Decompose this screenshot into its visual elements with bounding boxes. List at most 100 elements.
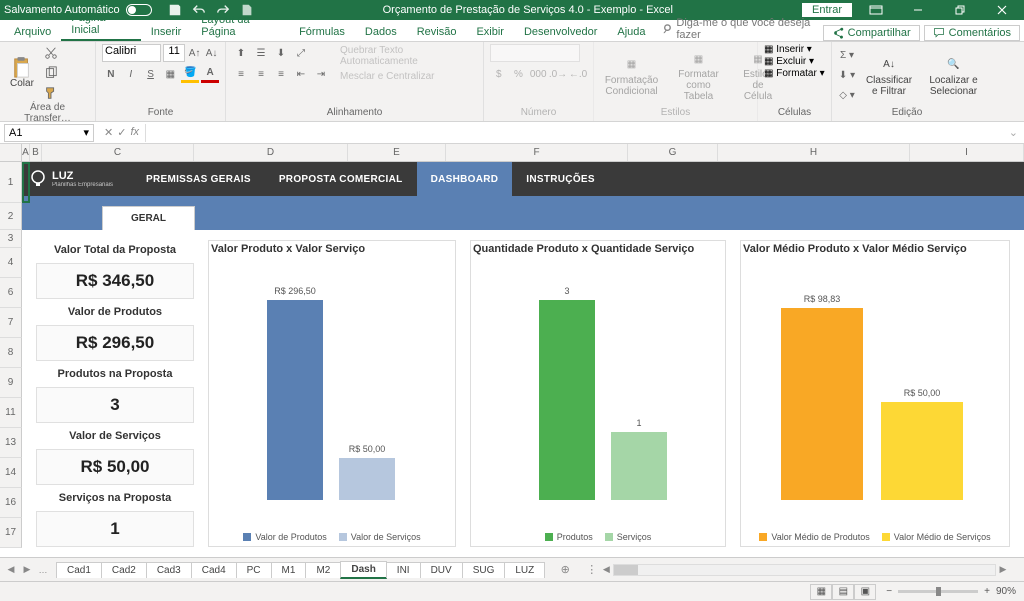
- zoom-out-icon[interactable]: −: [886, 586, 892, 597]
- cell-styles-button[interactable]: ▦ Estilos de Célula: [734, 47, 782, 104]
- maximize-icon[interactable]: [942, 0, 978, 20]
- chart-valor-medio[interactable]: Valor Médio Produto x Valor Médio Serviç…: [740, 240, 1010, 547]
- orientation-icon[interactable]: ⤢: [292, 44, 310, 62]
- percent-icon[interactable]: %: [510, 65, 528, 83]
- cancel-formula-icon[interactable]: ✕: [104, 126, 113, 139]
- fill-icon[interactable]: ⬇ ▾: [838, 67, 856, 85]
- number-format-select[interactable]: [490, 44, 580, 62]
- format-painter-icon[interactable]: [42, 84, 60, 102]
- row-header[interactable]: 3: [0, 230, 22, 248]
- expand-formula-icon[interactable]: ⌄: [1003, 126, 1024, 139]
- currency-icon[interactable]: $: [490, 65, 508, 83]
- row-header[interactable]: 1: [0, 162, 22, 203]
- align-top-icon[interactable]: ⬆: [232, 44, 250, 62]
- autosum-icon[interactable]: Σ ▾: [838, 47, 856, 65]
- menu-ajuda[interactable]: Ajuda: [607, 23, 655, 41]
- chart-quantidade[interactable]: Quantidade Produto x Quantidade Serviço …: [470, 240, 726, 547]
- align-middle-icon[interactable]: ☰: [252, 44, 270, 62]
- font-color-button[interactable]: A: [201, 65, 219, 83]
- tell-me-search[interactable]: Diga-me o que você deseja fazer: [662, 17, 823, 41]
- zoom-level[interactable]: 90%: [996, 586, 1016, 597]
- conditional-format-button[interactable]: ▦ Formatação Condicional: [600, 53, 663, 99]
- col-header[interactable]: A: [22, 144, 30, 161]
- row-header[interactable]: 11: [0, 398, 22, 428]
- scroll-thumb[interactable]: [614, 565, 638, 575]
- increase-decimal-icon[interactable]: .0→: [549, 65, 567, 83]
- scroll-left-icon[interactable]: ◀: [599, 563, 613, 577]
- sheet-tab[interactable]: DUV: [420, 562, 463, 578]
- menu-exibir[interactable]: Exibir: [466, 23, 514, 41]
- row-header[interactable]: 6: [0, 278, 22, 308]
- col-header[interactable]: G: [628, 144, 718, 161]
- split-handle[interactable]: ⋮: [584, 563, 599, 576]
- nav-instrucoes[interactable]: INSTRUÇÕES: [512, 162, 609, 196]
- row-header[interactable]: 2: [0, 203, 22, 230]
- wrap-text-button[interactable]: Quebrar Texto Automaticamente: [340, 45, 477, 67]
- sheet-tab[interactable]: Cad4: [191, 562, 237, 578]
- decrease-indent-icon[interactable]: ⇤: [292, 65, 310, 83]
- font-name-select[interactable]: Calibri: [102, 44, 161, 62]
- add-sheet-icon[interactable]: ⊕: [556, 563, 574, 576]
- col-header[interactable]: C: [42, 144, 194, 161]
- view-normal-icon[interactable]: ▦: [810, 584, 832, 600]
- sheet-tab[interactable]: LUZ: [504, 562, 545, 578]
- horizontal-scrollbar[interactable]: ⋮ ◀ ▶: [584, 563, 1010, 577]
- touch-icon[interactable]: [240, 3, 254, 17]
- close-icon[interactable]: [984, 0, 1020, 20]
- nav-premissas[interactable]: PREMISSAS GERAIS: [132, 162, 265, 196]
- format-table-button[interactable]: ▦ Formatar como Tabela: [667, 47, 730, 104]
- scroll-right-icon[interactable]: ▶: [996, 563, 1010, 577]
- border-button[interactable]: ▦: [161, 65, 179, 83]
- subtab-geral[interactable]: GERAL: [102, 206, 195, 230]
- decrease-font-icon[interactable]: A↓: [204, 44, 219, 62]
- worksheet[interactable]: LUZ Planilhas Empresariais PREMISSAS GER…: [22, 162, 1024, 557]
- redo-icon[interactable]: [216, 3, 230, 17]
- menu-arquivo[interactable]: Arquivo: [4, 23, 61, 41]
- paste-button[interactable]: Colar: [6, 56, 38, 91]
- sheet-tab[interactable]: M2: [305, 562, 341, 578]
- save-icon[interactable]: [168, 3, 182, 17]
- row-header[interactable]: 14: [0, 458, 22, 488]
- italic-button[interactable]: I: [122, 65, 140, 83]
- decrease-decimal-icon[interactable]: ←.0: [569, 65, 587, 83]
- row-header[interactable]: 4: [0, 248, 22, 278]
- sheet-tab[interactable]: Cad3: [146, 562, 192, 578]
- row-header[interactable]: 9: [0, 368, 22, 398]
- sheet-tab[interactable]: Cad2: [101, 562, 147, 578]
- copy-icon[interactable]: [42, 64, 60, 82]
- view-break-icon[interactable]: ▣: [854, 584, 876, 600]
- cut-icon[interactable]: [42, 44, 60, 62]
- col-header[interactable]: E: [348, 144, 446, 161]
- zoom-slider[interactable]: [898, 590, 978, 593]
- ribbon-options-icon[interactable]: [858, 0, 894, 20]
- align-center-icon[interactable]: ≡: [252, 65, 270, 83]
- row-header[interactable]: 13: [0, 428, 22, 458]
- align-left-icon[interactable]: ≡: [232, 65, 250, 83]
- merge-button[interactable]: Mesclar e Centralizar: [340, 71, 477, 82]
- align-right-icon[interactable]: ≡: [272, 65, 290, 83]
- sheet-tab[interactable]: M1: [271, 562, 307, 578]
- nav-dashboard[interactable]: DASHBOARD: [417, 162, 513, 196]
- chart-valor[interactable]: Valor Produto x Valor Serviço R$ 296,50 …: [208, 240, 456, 547]
- sheet-tab[interactable]: PC: [236, 562, 272, 578]
- underline-button[interactable]: S: [142, 65, 160, 83]
- undo-icon[interactable]: [192, 3, 206, 17]
- row-header[interactable]: 17: [0, 518, 22, 548]
- menu-desenvolvedor[interactable]: Desenvolvedor: [514, 23, 607, 41]
- name-box[interactable]: A1 ▾: [4, 124, 94, 142]
- minimize-icon[interactable]: [900, 0, 936, 20]
- view-page-icon[interactable]: ▤: [832, 584, 854, 600]
- increase-font-icon[interactable]: A↑: [187, 44, 202, 62]
- find-button[interactable]: 🔍 Localizar e Selecionar: [922, 53, 985, 99]
- comments-button[interactable]: Comentários: [924, 25, 1020, 41]
- col-header[interactable]: F: [446, 144, 628, 161]
- select-all-corner[interactable]: [0, 144, 22, 161]
- clear-icon[interactable]: ◇ ▾: [838, 87, 856, 105]
- comma-icon[interactable]: 000: [529, 65, 547, 83]
- col-header[interactable]: I: [910, 144, 1024, 161]
- col-header[interactable]: B: [30, 144, 42, 161]
- row-header[interactable]: 16: [0, 488, 22, 518]
- col-header[interactable]: H: [718, 144, 910, 161]
- fill-color-button[interactable]: 🪣: [181, 65, 199, 83]
- menu-dados[interactable]: Dados: [355, 23, 407, 41]
